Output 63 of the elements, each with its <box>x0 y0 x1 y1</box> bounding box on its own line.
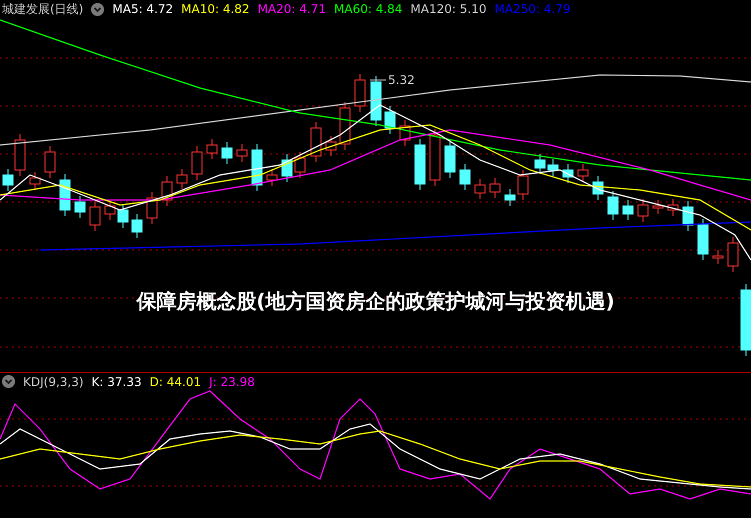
candlestick <box>682 200 694 232</box>
candlestick <box>444 140 456 178</box>
indicator-value: MA60: 4.84 <box>334 2 402 16</box>
candlestick <box>460 164 470 190</box>
candlestick <box>104 200 116 220</box>
candlestick <box>294 152 306 178</box>
candlestick <box>608 190 618 220</box>
indicator-value: D: 44.01 <box>150 374 202 388</box>
candlestick <box>162 176 172 206</box>
candlestick <box>132 214 142 238</box>
indicator-value: MA10: 4.82 <box>181 2 250 16</box>
indicator-value: J: 23.98 <box>209 374 255 388</box>
candlestick <box>578 164 588 182</box>
candlestick <box>236 144 248 162</box>
candlestick <box>176 168 188 190</box>
indicator-value: MA5: 4.72 <box>112 2 174 16</box>
candlestick <box>638 198 648 222</box>
candlestick <box>474 178 486 200</box>
candlestick <box>74 196 86 218</box>
candlestick <box>592 176 604 200</box>
candlestick <box>414 138 426 190</box>
candlestick <box>400 120 410 146</box>
candlestick <box>310 122 322 162</box>
indicator-value: MA250: 4.79 <box>494 2 571 16</box>
indicator-title: KDJ(9,3,3) <box>23 374 84 388</box>
candlestick <box>562 164 574 184</box>
candlestick <box>90 200 100 232</box>
candlestick <box>206 138 218 160</box>
candlestick <box>698 218 708 260</box>
candlestick <box>222 142 232 164</box>
indicator-value: MA20: 4.71 <box>258 2 326 16</box>
candlestick <box>504 188 516 206</box>
candlestick <box>712 250 724 264</box>
candlestick <box>60 174 70 216</box>
candlestick <box>44 146 56 178</box>
candlestick <box>192 146 202 180</box>
candlestick <box>282 154 292 182</box>
indicator-value: K: 37.33 <box>92 374 142 388</box>
dropdown-icon[interactable] <box>2 375 15 388</box>
candlestick <box>354 74 366 112</box>
candlestick <box>252 144 262 192</box>
candlestick <box>326 136 336 156</box>
candlestick <box>430 128 440 186</box>
candlestick <box>340 102 350 150</box>
dropdown-icon[interactable] <box>91 2 104 16</box>
candlestick <box>370 76 382 126</box>
stock-title: 城建发展(日线) <box>2 0 84 18</box>
high-price-label: 5.32 <box>388 73 415 87</box>
candlestick <box>652 200 664 214</box>
candlestick <box>146 192 158 224</box>
candlestick <box>622 200 634 220</box>
candlestick <box>668 198 678 216</box>
overlay-title: 保障房概念股(地方国资房企的政策护城河与投资机遇) <box>135 288 616 315</box>
candlestick <box>534 154 546 174</box>
candlestick <box>384 106 396 134</box>
candlestick <box>118 204 128 228</box>
indicator-value: MA120: 5.10 <box>410 2 486 16</box>
candlestick <box>266 168 278 186</box>
candlestick <box>728 236 738 272</box>
candlestick <box>518 170 528 200</box>
candlestick <box>548 158 558 176</box>
candlestick <box>30 172 40 190</box>
candlestick <box>490 178 500 198</box>
